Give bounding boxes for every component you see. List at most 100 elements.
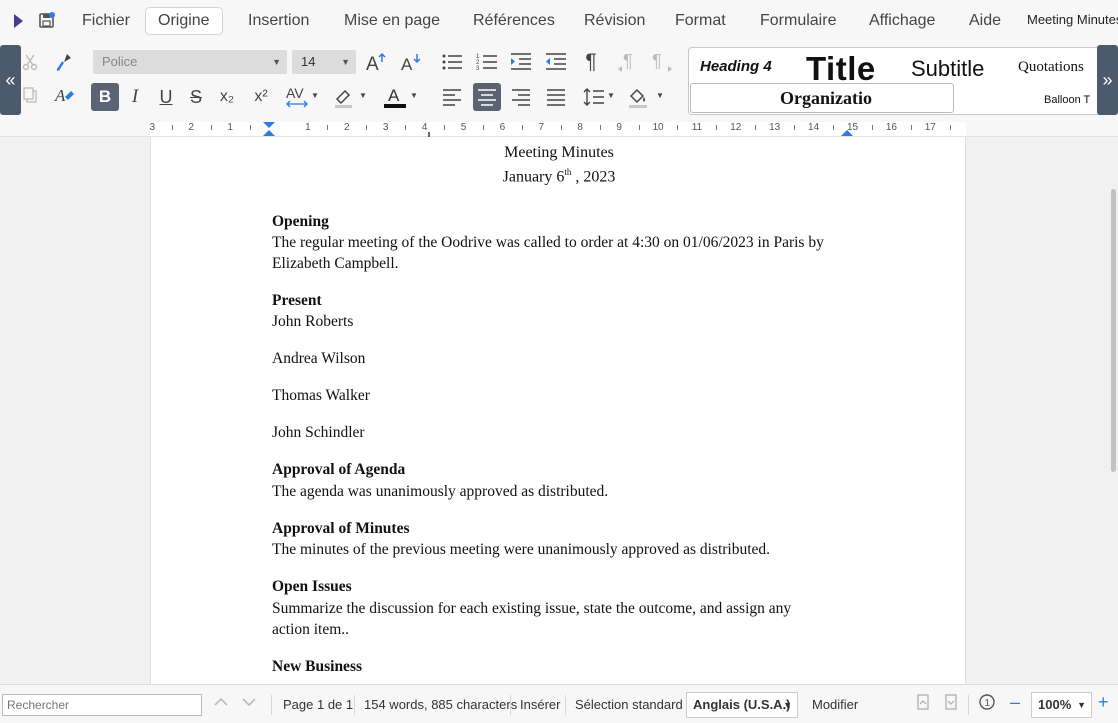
align-left-icon[interactable] [438,83,466,111]
ruler-label: 1 [305,122,311,133]
menu-affichage[interactable]: Affichage [857,7,947,35]
menu-fichier[interactable]: Fichier [70,7,142,35]
language-select[interactable]: Anglais (U.S.A.) ▼ [686,692,798,718]
cut-icon[interactable] [16,48,44,76]
underline-button[interactable]: U [152,83,180,111]
svg-text:A: A [401,55,413,72]
paragraph-shading-icon[interactable] [624,83,652,111]
highlight-color-icon[interactable] [329,83,357,111]
menu-aide[interactable]: Aide [957,7,1013,35]
opening-heading: Opening [272,213,329,230]
ruler-mark [638,125,640,130]
numbered-list-icon[interactable]: 123 [473,48,501,76]
zoom-in-icon[interactable]: + [1098,692,1109,713]
format-painter-icon[interactable] [50,48,78,76]
svg-text:A: A [388,86,400,105]
decrease-indent-icon[interactable] [542,48,570,76]
ruler-mark [833,125,835,130]
font-name-field[interactable]: Police ▼ [93,50,287,74]
svg-text:¶: ¶ [623,52,633,71]
page-indicator[interactable]: Page 1 de 1 [283,697,353,712]
style-quotations[interactable]: Quotations [1018,59,1084,76]
grow-font-icon[interactable]: A [362,48,390,76]
menu-insertion[interactable]: Insertion [236,7,321,35]
document-page[interactable]: Meeting Minutes January 6th , 2023 Openi… [150,137,966,684]
menu-formulaire[interactable]: Formulaire [748,7,848,35]
ruler-mark [599,125,601,130]
styles-gallery: Heading 4 Title Subtitle Quotations Orga… [688,47,1118,115]
style-organization[interactable]: Organizatio [690,83,954,113]
ribbon-scroll-right-button[interactable]: » [1097,45,1118,115]
ruler-mark [171,125,173,130]
insert-mode-indicator[interactable]: Insérer [520,697,560,712]
new-business-heading: New Business [272,658,363,675]
ruler-mark [560,125,562,130]
superscript-button[interactable]: x² [247,83,275,111]
chevron-down-icon[interactable]: ▼ [410,91,418,100]
zoom-select[interactable]: 100% ▼ [1031,692,1092,718]
bold-button[interactable]: B [91,83,119,111]
word-count[interactable]: 154 words, 885 characters [364,697,517,712]
chevron-down-icon: ▼ [341,57,350,67]
modify-mode-indicator[interactable]: Modifier [812,697,858,712]
ruler-label: 3 [149,122,156,133]
bullet-list-icon[interactable] [438,48,466,76]
zoom-out-icon[interactable]: – [1010,692,1020,713]
chevron-down-icon[interactable]: ▼ [607,91,615,100]
zoom-reset-icon[interactable]: 1 [978,693,996,716]
clear-format-icon[interactable]: A [50,81,78,109]
menu-references[interactable]: Références [461,7,567,35]
chevron-down-icon[interactable]: ▼ [311,91,319,100]
shrink-font-icon[interactable]: A [397,48,425,76]
ruler-mark [794,125,796,130]
search-previous-icon[interactable] [212,693,230,716]
style-subtitle[interactable]: Subtitle [911,56,984,82]
show-formatting-marks-icon[interactable]: ¶ [577,48,605,76]
page-up-icon[interactable] [914,693,932,716]
ruler-label: 7 [538,122,545,133]
line-spacing-icon[interactable] [580,83,608,111]
align-right-icon[interactable] [507,83,535,111]
menu-format[interactable]: Format [663,7,738,35]
strikethrough-button[interactable]: S [182,83,210,111]
chevron-down-icon[interactable]: ▼ [656,91,664,100]
search-input[interactable] [2,694,202,716]
rtl-direction-icon[interactable]: ¶ [648,48,676,76]
chevron-down-icon: ▼ [783,700,792,710]
present-heading: Present [272,292,322,309]
ruler-mark [755,125,757,130]
vertical-scrollbar[interactable] [1108,137,1118,684]
menu-mise-en-page[interactable]: Mise en page [332,7,452,35]
document-canvas[interactable]: Meeting Minutes January 6th , 2023 Openi… [0,137,1118,684]
font-size-field[interactable]: 14 ▼ [292,50,356,74]
search-next-icon[interactable] [240,693,258,716]
ruler-mark [249,125,251,130]
ltr-direction-icon[interactable]: ¶ [614,48,642,76]
increase-indent-icon[interactable] [507,48,535,76]
style-heading-4[interactable]: Heading 4 [700,58,772,75]
menu-origine[interactable]: Origine [145,7,223,35]
character-spacing-icon[interactable]: AV [283,83,311,111]
present-attendee: John Roberts [272,313,354,330]
menu-revision[interactable]: Révision [572,7,657,35]
font-color-icon[interactable]: A [381,83,409,111]
document-heading-date: January 6th , 2023 [151,167,967,186]
ruler-label: 10 [652,122,664,133]
italic-button[interactable]: I [121,83,149,111]
app-logo-icon[interactable] [10,12,28,30]
justify-icon[interactable] [542,83,570,111]
style-balloon-text[interactable]: Balloon T [1044,94,1090,106]
ruler-mark [366,125,368,130]
agenda-heading: Approval of Agenda [272,461,406,478]
copy-icon[interactable] [16,81,44,109]
subscript-button[interactable]: x₂ [213,83,241,111]
ruler-mark [405,125,407,130]
chevron-down-icon[interactable]: ▼ [359,91,367,100]
align-center-icon[interactable] [473,83,501,111]
vertical-scrollbar-thumb[interactable] [1111,189,1116,472]
divider [354,695,355,715]
horizontal-ruler[interactable]: 3 2 1 1 2 3 4 5 6 7 8 9 10 11 12 13 14 15 16 17 [0,119,1118,141]
save-icon[interactable] [37,11,57,31]
page-down-icon[interactable] [942,693,960,716]
selection-mode-indicator[interactable]: Sélection standard [575,697,683,712]
